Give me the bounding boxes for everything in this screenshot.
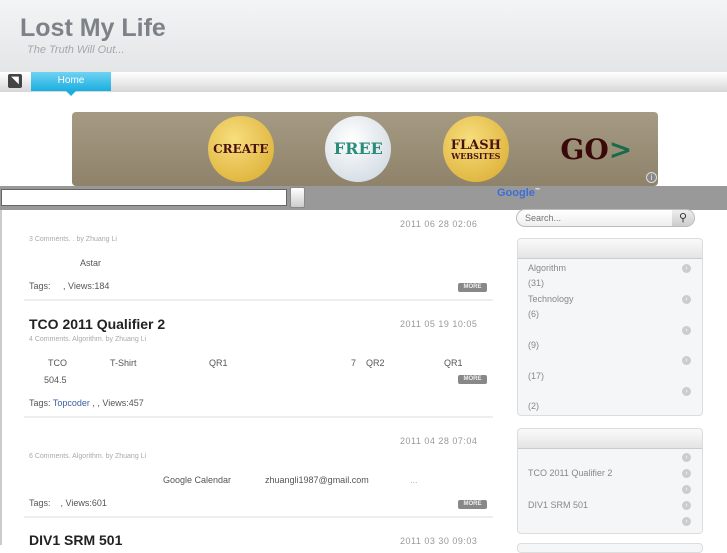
post-body: ...	[410, 475, 418, 485]
box-header	[518, 239, 702, 259]
post-tags: Tags: , Views:184	[29, 281, 109, 291]
post-meta[interactable]: 6 Comments. Algorithm. by Zhuang Li	[29, 453, 146, 460]
go-text: GO>	[560, 133, 632, 166]
free-badge: FREE	[325, 116, 392, 182]
post-body: Astar	[80, 258, 102, 268]
tm: ™	[534, 187, 540, 194]
post-tags: Tags: Topcoder , , Views:457	[29, 398, 144, 408]
chevron-right-icon[interactable]: ›	[682, 469, 691, 478]
chevron-right-icon[interactable]: ›	[682, 264, 691, 273]
main-content	[0, 210, 505, 545]
post-body: QR1	[444, 358, 463, 368]
flash-badge: FLASH WEBSITES	[442, 116, 509, 182]
go-label: GO	[560, 132, 609, 166]
ad-info-icon[interactable]: i	[646, 172, 657, 183]
post-body: QR2	[366, 358, 385, 368]
nav-home[interactable]: Home	[31, 72, 111, 96]
recent-post-link[interactable]: DIV1 SRM 501	[528, 500, 588, 510]
google-search-input[interactable]	[1, 189, 287, 206]
divider	[24, 516, 493, 518]
sidebar-search-input[interactable]	[516, 209, 695, 227]
google-search-button[interactable]	[290, 187, 305, 208]
chevron-right-icon[interactable]: ›	[682, 295, 691, 304]
tag-link[interactable]: Topcoder	[53, 398, 90, 408]
chevron-right-icon[interactable]: ›	[682, 326, 691, 335]
tags-label: Tags:	[29, 498, 51, 508]
post-body: T-Shirt	[110, 358, 137, 368]
google-logo: Google™	[497, 187, 540, 199]
divider	[24, 299, 493, 301]
chevron-right-icon[interactable]: ›	[682, 387, 691, 396]
post-body: QR1	[209, 358, 228, 368]
category-count: (2)	[528, 401, 539, 411]
divider	[24, 416, 493, 418]
search-icon[interactable]: ⚲	[672, 210, 694, 226]
chevron-right-icon[interactable]: ›	[682, 453, 691, 462]
recent-posts-box	[517, 428, 703, 534]
go-arrow: >	[608, 132, 633, 166]
post-body: Google Calendar	[163, 475, 232, 485]
category-count: (6)	[528, 309, 539, 319]
post-title[interactable]: TCO 2011 Qualifier 2	[29, 316, 165, 332]
tags-label: Tags:	[29, 398, 51, 408]
post-date: 2011 05 19 10:05	[400, 319, 478, 329]
box-header	[518, 429, 702, 449]
post-body: 7	[351, 358, 357, 368]
websites-text: WEBSITES	[451, 150, 501, 161]
category-link[interactable]: Algorithm	[528, 263, 566, 273]
chevron-right-icon[interactable]: ›	[682, 356, 691, 365]
views: , Views:184	[63, 281, 110, 291]
category-link[interactable]: Technology	[528, 294, 574, 304]
post-body: 504.5	[44, 375, 67, 385]
post-date: 2011 04 28 07:04	[400, 436, 478, 446]
post-body: TCO	[48, 358, 67, 368]
site-title[interactable]: Lost My Life	[20, 14, 166, 43]
post-meta[interactable]: 3 Comments. . by Zhuang Li	[29, 236, 117, 243]
google-logo-text: Google	[497, 187, 535, 199]
post-tags: Tags: , Views:601	[29, 498, 107, 508]
post-body: zhuangli1987@gmail.com	[265, 475, 369, 485]
more-button[interactable]: MORE	[458, 283, 487, 292]
category-count: (17)	[528, 371, 545, 381]
views: , Views:601	[60, 498, 107, 508]
tagline: The Truth Will Out...	[27, 44, 125, 56]
category-count: (31)	[528, 278, 545, 288]
create-badge: CREATE	[207, 116, 274, 182]
chevron-right-icon[interactable]: ›	[682, 517, 691, 526]
ad-banner[interactable]: CREATE FREE FLASH WEBSITES GO>	[72, 112, 658, 186]
post-title[interactable]: DIV1 SRM 501	[29, 532, 122, 548]
rss-icon[interactable]: ◥	[8, 74, 22, 88]
post-meta[interactable]: 4 Comments. Algorithm. by Zhuang Li	[29, 336, 146, 343]
more-button[interactable]: MORE	[458, 375, 487, 384]
flash-text: FLASH	[450, 137, 501, 153]
more-button[interactable]: MORE	[458, 500, 487, 509]
post-date: 2011 06 28 02:06	[400, 219, 478, 229]
category-count: (9)	[528, 340, 539, 350]
chevron-right-icon[interactable]: ›	[682, 501, 691, 510]
chevron-right-icon[interactable]: ›	[682, 485, 691, 494]
tags-label: Tags:	[29, 281, 51, 291]
views: , , Views:457	[92, 398, 144, 408]
recent-post-link[interactable]: TCO 2011 Qualifier 2	[528, 468, 612, 478]
